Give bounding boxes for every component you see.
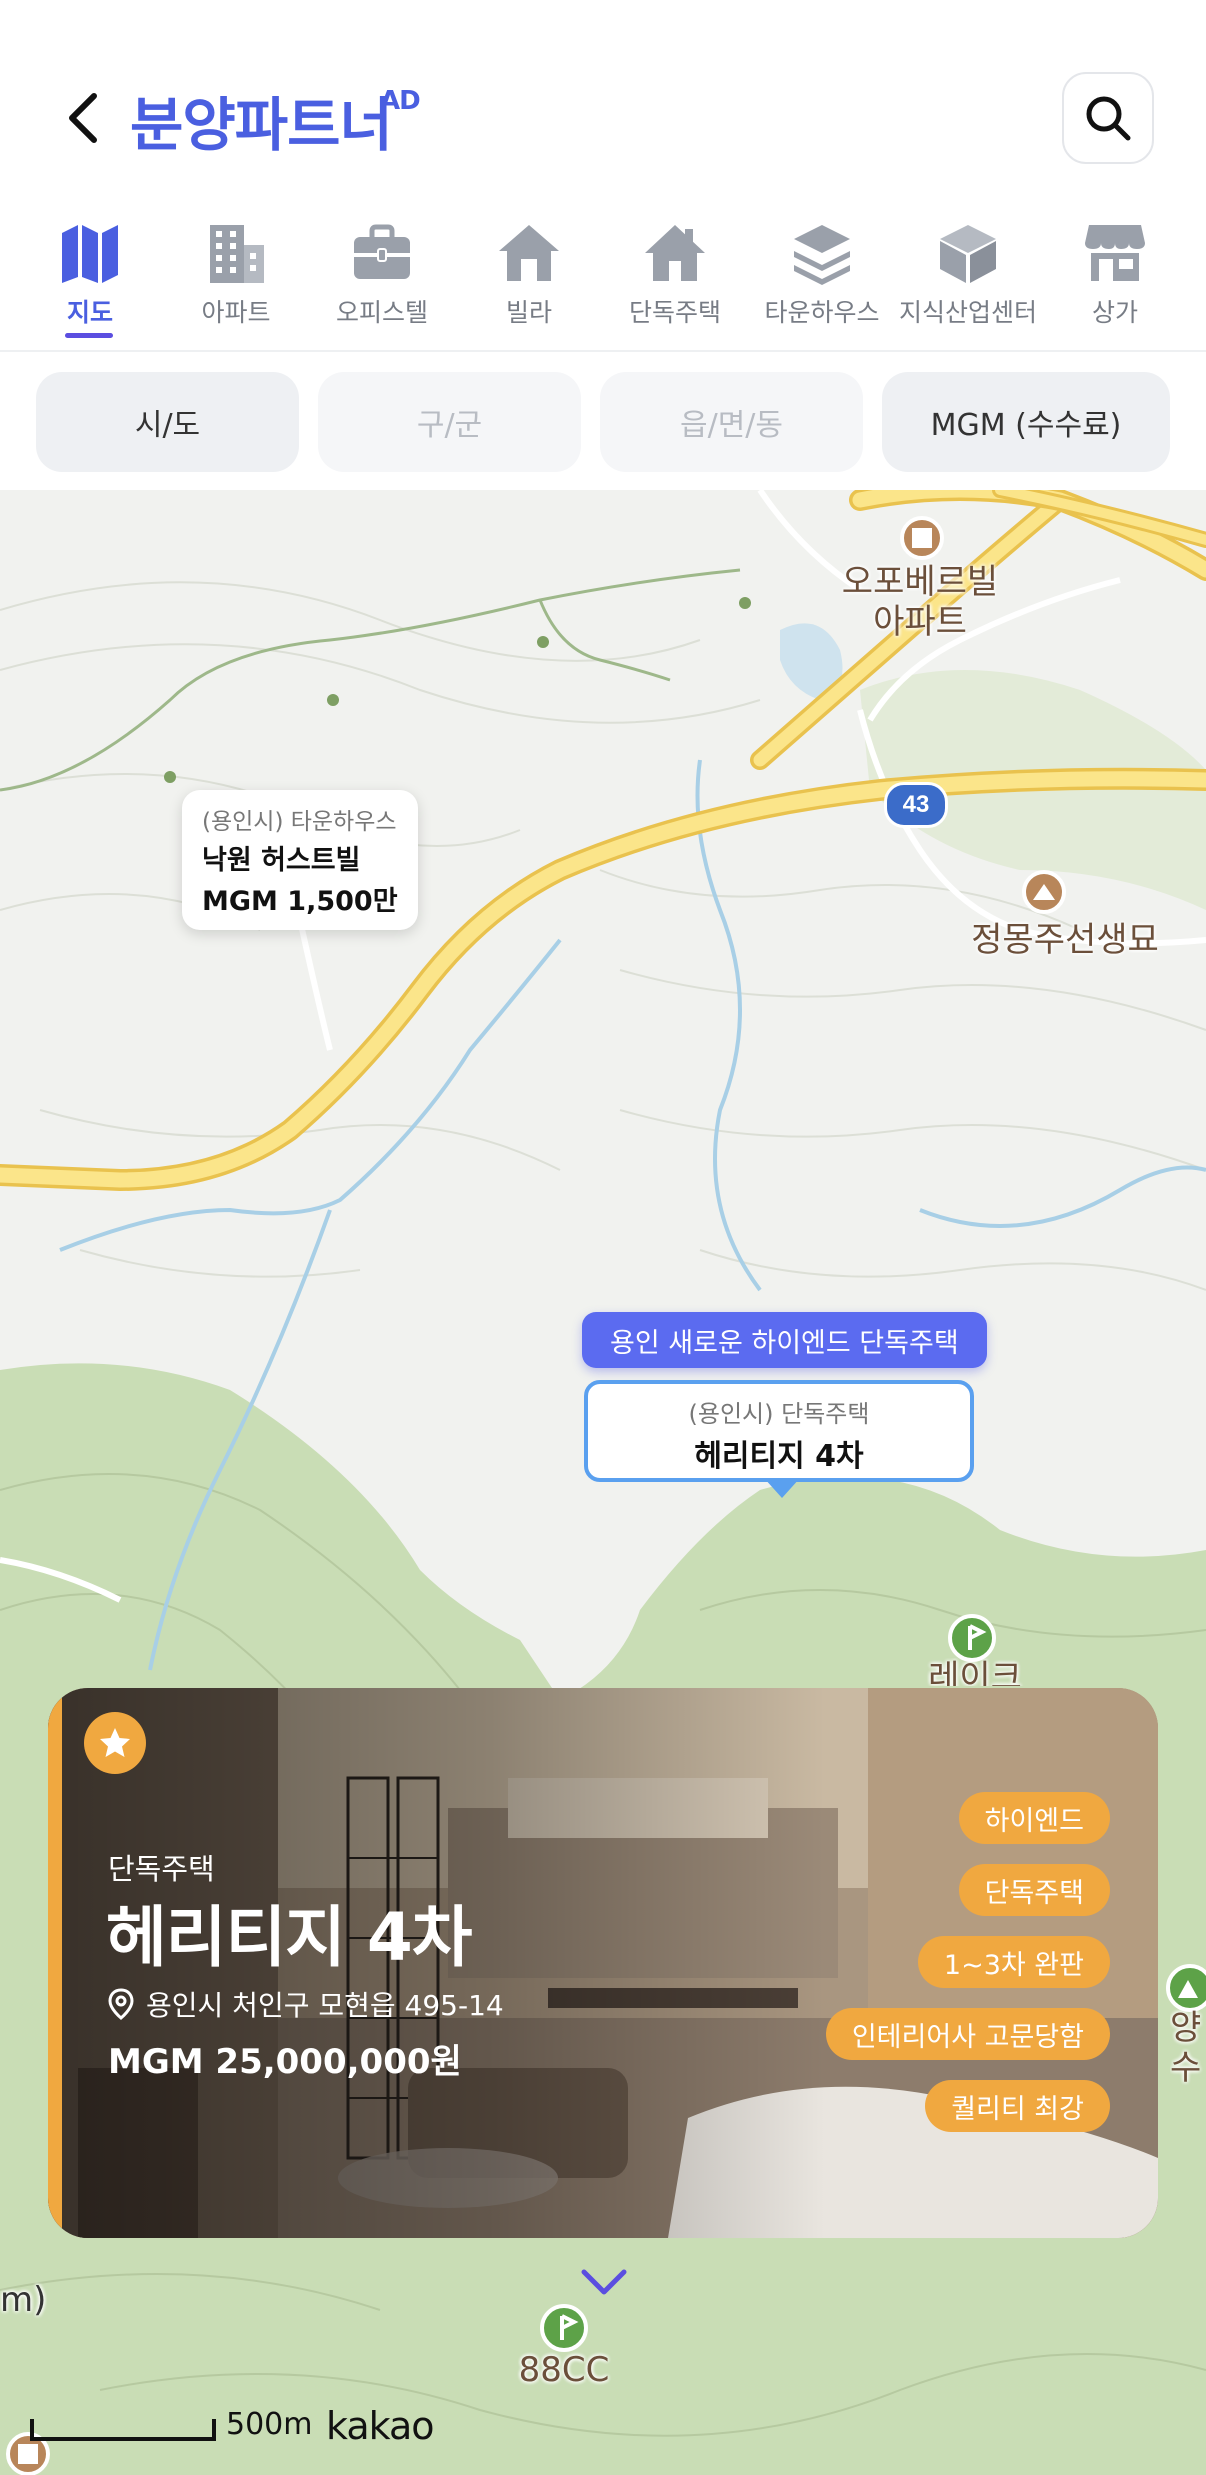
route-badge: 43	[884, 782, 948, 828]
location-filters: 시/도 구/군 읍/면/동 MGM (수수료)	[0, 352, 1206, 490]
house-icon	[499, 225, 559, 281]
chevron-left-icon	[69, 93, 97, 143]
house-solid-icon	[645, 225, 705, 281]
map-card-heritage-4[interactable]: (용인시) 단독주택 헤리티지 4차	[584, 1380, 974, 1482]
star-icon	[100, 1728, 130, 1757]
tag-item: 인테리어사 고문당함	[825, 2008, 1110, 2060]
chevron-down-icon	[581, 2269, 627, 2295]
listing-title: 헤리티지 4차	[106, 1899, 473, 1976]
back-button[interactable]	[60, 88, 110, 148]
active-tab-indicator	[65, 333, 113, 338]
map-scale: 500m	[30, 2407, 312, 2450]
address-text: 용인시 처인구 모현읍 495-14	[146, 1989, 504, 2022]
tag-item: 단독주택	[958, 1864, 1110, 1916]
tag-item: 퀄리티 최강	[925, 2080, 1110, 2132]
brand-logo: 분양파트너 AD	[130, 78, 421, 162]
poi-label-left-edge: m)	[0, 2280, 47, 2320]
tab-label: 지도	[66, 298, 113, 327]
tab-label: 단독주택	[628, 298, 721, 327]
listing-card[interactable]: 단독주택 헤리티지 4차 용인시 처인구 모현읍 495-14 MGM 25,0…	[48, 1688, 1158, 2238]
listing-tags: 하이엔드 단독주택 1~3차 완판 인테리어사 고문당함 퀄리티 최강	[825, 1792, 1110, 2132]
search-icon	[1086, 96, 1131, 141]
layers-icon	[794, 225, 850, 285]
poi-label-opo-apartment[interactable]: 오포베르빌 아파트	[820, 562, 1020, 642]
tab-townhouse[interactable]: 타운하우스	[749, 215, 895, 350]
mgm-filter[interactable]: MGM (수수료)	[882, 372, 1170, 472]
location-pin-icon	[108, 1988, 134, 2020]
tab-map[interactable]: 지도	[17, 215, 163, 350]
listing-price: MGM 25,000,000원	[108, 2042, 462, 2082]
marker-pointer	[764, 1478, 800, 1498]
briefcase-icon	[354, 224, 410, 279]
featured-edge	[48, 1688, 62, 2238]
card-title: 헤리티지 4차	[694, 1439, 864, 1474]
eupmyeondong-filter[interactable]: 읍/면/동	[600, 372, 863, 472]
tab-store[interactable]: 상가	[1042, 215, 1188, 350]
favorite-badge[interactable]	[84, 1712, 146, 1774]
apartment-icon	[210, 225, 264, 283]
promo-label[interactable]: 용인 새로운 하이엔드 단독주택	[582, 1312, 987, 1368]
tag-item: 1~3차 완판	[917, 1936, 1110, 1988]
tab-knowledge-industry-center[interactable]: 지식산업센터	[895, 215, 1041, 350]
map-card-nakwon-hurstville[interactable]: (용인시) 타운하우스 낙원 허스트빌 MGM 1,500만	[182, 790, 418, 930]
gugun-filter[interactable]: 구/군	[318, 372, 581, 472]
tab-label: 지식산업센터	[898, 298, 1037, 327]
card-title: 낙원 허스트빌	[202, 845, 361, 876]
golf-marker-lake	[948, 1614, 996, 1662]
scale-text: 500m	[226, 2407, 313, 2442]
poi-marker-tomb	[1022, 870, 1066, 914]
map-icon	[62, 225, 118, 283]
tag-item: 하이엔드	[958, 1792, 1110, 1844]
poi-label-jeongmong-tomb[interactable]: 정몽주선생묘	[930, 920, 1200, 960]
tab-apartment[interactable]: 아파트	[163, 215, 309, 350]
tab-label: 빌라	[505, 298, 552, 327]
tab-label: 타운하우스	[764, 298, 880, 327]
ad-badge: AD	[380, 86, 421, 116]
mountain-marker	[1166, 1964, 1206, 2012]
tab-officetel[interactable]: 오피스텔	[309, 215, 455, 350]
card-sub: (용인시) 타운하우스	[202, 809, 397, 835]
poi-label-88cc[interactable]: 88CC	[504, 2350, 624, 2390]
tab-detached-house[interactable]: 단독주택	[602, 215, 748, 350]
sido-filter[interactable]: 시/도	[36, 372, 299, 472]
card-sub: (용인시) 단독주택	[688, 1400, 870, 1428]
poi-marker-apartment	[900, 516, 944, 560]
listing-address: 용인시 처인구 모현읍 495-14	[108, 1984, 504, 2024]
listing-type: 단독주택	[108, 1852, 215, 1886]
tab-label: 아파트	[201, 298, 271, 327]
golf-marker-88cc	[540, 2304, 588, 2352]
poi-label-lake[interactable]: 레이크	[900, 1658, 1050, 1686]
expand-button[interactable]	[578, 2262, 630, 2302]
box-icon	[940, 225, 996, 283]
tab-villa[interactable]: 빌라	[456, 215, 602, 350]
card-price: MGM 1,500만	[202, 886, 398, 917]
brand-name: 분양파트너	[130, 91, 393, 159]
store-icon	[1085, 225, 1145, 281]
category-tabs: 지도 아파트 오피스텔 빌라 단독주택 타운하우스 지식산업센터 상가	[0, 215, 1206, 352]
tab-label: 오피스텔	[335, 298, 428, 327]
poi-label-right-edge[interactable]: 양수	[1170, 2008, 1206, 2088]
map-provider-logo[interactable]: kakao	[326, 2404, 434, 2448]
app-header: 분양파트너 AD	[0, 0, 1206, 230]
tab-label: 상가	[1091, 298, 1138, 327]
search-button[interactable]	[1062, 72, 1154, 164]
scale-bar	[30, 2419, 216, 2441]
